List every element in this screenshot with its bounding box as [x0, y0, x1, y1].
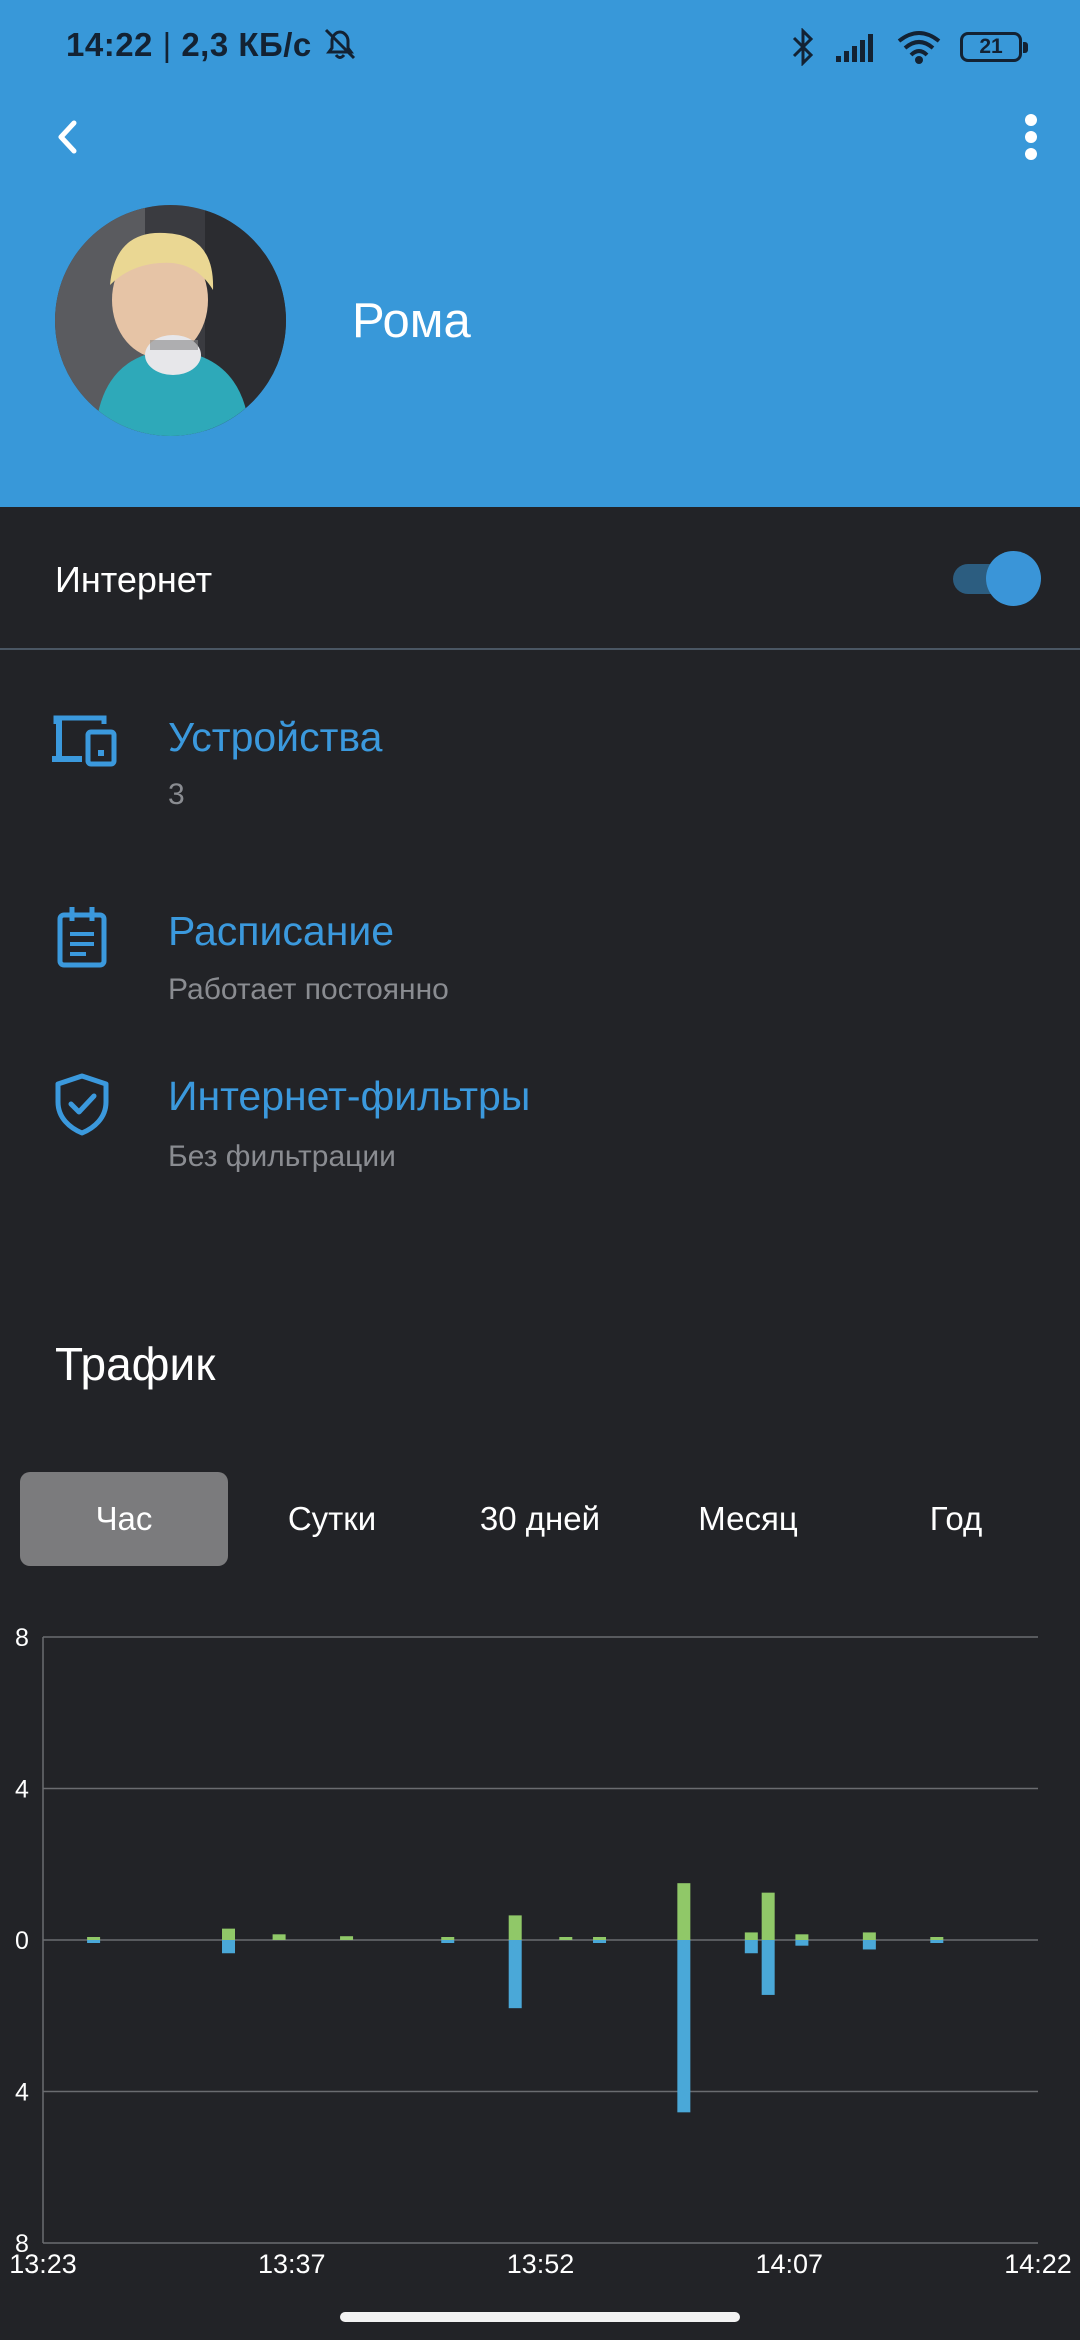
chart-bar-upload [744, 1932, 758, 1940]
internet-label: Интернет [55, 559, 213, 600]
battery-level: 21 [979, 35, 1003, 58]
toggle-knob [986, 551, 1041, 606]
more-vertical-icon [1025, 114, 1037, 160]
menu-item-internet-filters[interactable]: Интернет-фильтры Без фильтрации [0, 1060, 1080, 1210]
x-tick-label: 13:23 [9, 2249, 77, 2279]
tab-month[interactable]: Месяц [644, 1472, 852, 1566]
chart-bar-download [441, 1940, 455, 1943]
traffic-section-title: Трафик [55, 1338, 216, 1390]
schedule-icon [50, 903, 120, 973]
tab-year[interactable]: Год [852, 1472, 1060, 1566]
chart-bar-download [862, 1940, 876, 1950]
tab-hour[interactable]: Час [20, 1472, 228, 1566]
chart-bar-upload [677, 1883, 691, 1940]
chart-bar-download [761, 1940, 775, 1995]
bluetooth-icon [792, 28, 814, 66]
x-tick-label: 13:52 [507, 2249, 575, 2279]
chart-bar-download [87, 1940, 101, 1943]
chart-bar-upload [272, 1934, 286, 1940]
chart-bar-upload [930, 1937, 944, 1940]
chart-bar-upload [761, 1892, 775, 1940]
chart-bar-upload [559, 1937, 573, 1940]
chart-bar-upload [441, 1937, 455, 1940]
chart-bar-upload [508, 1915, 522, 1940]
menu-item-title: Интернет-фильтры [168, 1073, 531, 1119]
menu-item-schedule[interactable]: Расписание Работает постоянно [0, 893, 1080, 1043]
profile-name: Рома [352, 294, 471, 348]
chart-bar-download [795, 1940, 809, 1946]
y-tick-label: 4 [15, 2079, 29, 2107]
chart-bar-download [677, 1940, 691, 2113]
devices-icon [50, 710, 120, 780]
profile-header: 14:22 | 2,3 КБ/с 21 Рома [0, 0, 1080, 507]
avatar-photo [55, 205, 286, 436]
y-tick-label: 8 [15, 1624, 29, 1652]
chart-bar-download [744, 1940, 758, 1954]
shield-check-icon [50, 1070, 120, 1140]
status-separator: | [162, 26, 172, 63]
chart-bar-upload [340, 1936, 354, 1940]
traffic-chart: 8404813:23 13:37 13:52 14:07 14:22 [9, 1624, 1072, 2279]
battery-icon: 21 [960, 32, 1028, 62]
status-bar: 14:22 | 2,3 КБ/с 21 [0, 0, 1080, 95]
status-right: 21 [790, 24, 1028, 70]
menu-item-subtitle: Без фильтрации [168, 1140, 396, 1173]
chart-bar-download [222, 1940, 236, 1954]
chart-bar-upload [795, 1934, 809, 1940]
chart-bar-upload [593, 1937, 607, 1940]
wifi-icon [897, 31, 941, 64]
chart-bar-download [508, 1940, 522, 2009]
menu-item-devices[interactable]: Устройства 3 [0, 700, 1080, 850]
x-tick-label: 14:07 [755, 2249, 823, 2279]
x-tick-label: 13:37 [258, 2249, 326, 2279]
menu-item-title: Расписание [168, 908, 395, 954]
internet-toggle-switch[interactable] [953, 551, 1041, 606]
traffic-period-tabs: Час Сутки 30 дней Месяц Год [20, 1472, 1060, 1566]
x-tick-label: 14:22 [1004, 2249, 1072, 2279]
status-left: 14:22 | 2,3 КБ/с [66, 26, 359, 64]
tab-30-days[interactable]: 30 дней [436, 1472, 644, 1566]
menu-item-subtitle: 3 [168, 778, 185, 811]
more-options-button[interactable] [1004, 110, 1058, 164]
chart-bar-download [593, 1940, 607, 1943]
signal-icon [836, 34, 873, 62]
status-network-speed: 2,3 КБ/с [181, 26, 312, 63]
chart-bar-upload [87, 1937, 101, 1940]
back-button[interactable] [40, 110, 94, 164]
menu-item-subtitle: Работает постоянно [168, 973, 449, 1006]
chart-bar-download [930, 1940, 944, 1943]
chart-bar-upload [222, 1928, 236, 1940]
chart-bar-upload [862, 1932, 876, 1940]
chevron-left-icon [58, 120, 77, 154]
profile-avatar[interactable] [55, 205, 286, 436]
bell-off-icon [325, 28, 356, 60]
y-tick-label: 0 [15, 1927, 29, 1955]
menu-item-title: Устройства [168, 714, 383, 760]
y-tick-label: 4 [15, 1776, 29, 1804]
status-time: 14:22 [66, 26, 153, 63]
internet-toggle-row[interactable]: Интернет [0, 507, 1080, 650]
home-indicator [340, 2312, 740, 2322]
tab-day[interactable]: Сутки [228, 1472, 436, 1566]
